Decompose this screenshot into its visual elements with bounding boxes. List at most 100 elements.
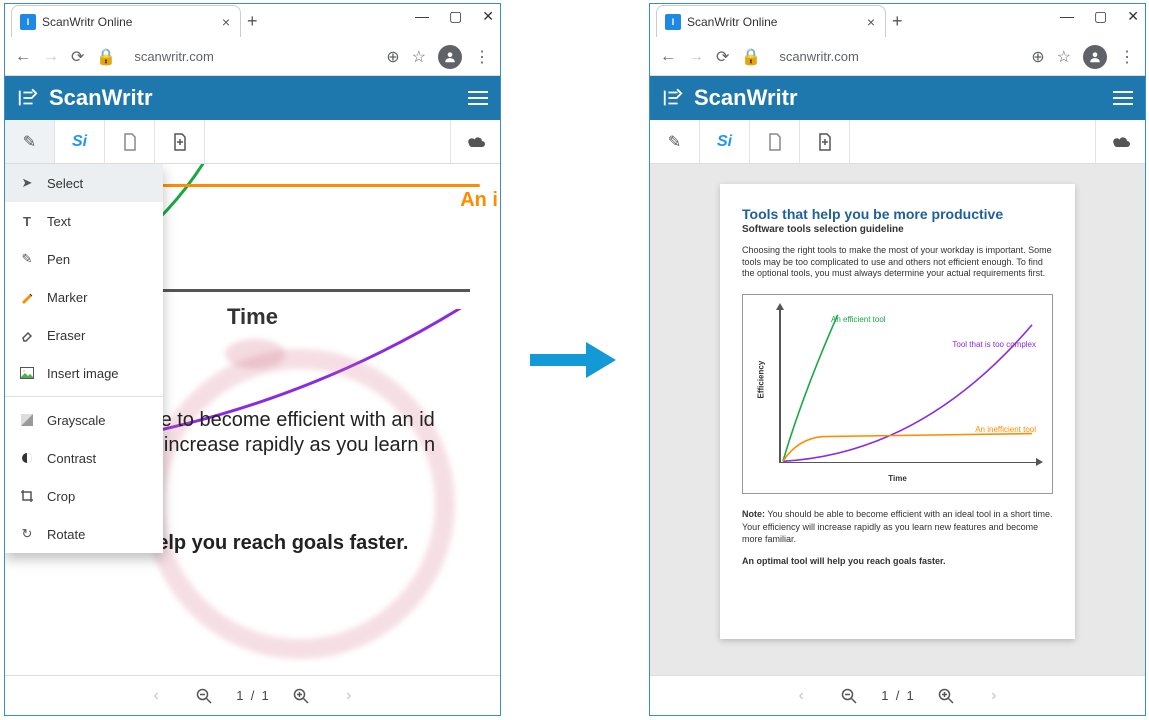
left-window: I ScanWritr Online × + — ▢ ✕ ← → ⟳ 🔒 sca…: [4, 3, 501, 716]
next-page-button[interactable]: ›: [329, 682, 369, 710]
menu-insert-image[interactable]: Insert image: [5, 354, 163, 392]
canvas-area[interactable]: An i Time ble to become efficient with a…: [5, 164, 500, 675]
tab-close-icon[interactable]: ×: [222, 14, 230, 30]
stain-mark-2: [225, 339, 285, 369]
back-icon[interactable]: ←: [660, 48, 676, 66]
menu-contrast[interactable]: Contrast: [5, 439, 163, 477]
menu-marker[interactable]: Marker: [5, 278, 163, 316]
edit-tool-button[interactable]: ✎: [650, 120, 700, 163]
page-tool-button[interactable]: [750, 120, 800, 163]
star-icon[interactable]: ☆: [412, 47, 426, 67]
kebab-icon[interactable]: ⋮: [1119, 47, 1135, 67]
favicon-icon: I: [665, 14, 681, 30]
prev-page-button[interactable]: ‹: [781, 682, 821, 710]
window-controls: — ▢ ✕: [415, 8, 494, 25]
titlebar: I ScanWritr Online × + — ▢ ✕: [650, 4, 1145, 38]
app-logo[interactable]: ScanWritr: [17, 85, 153, 111]
tab-close-icon[interactable]: ×: [867, 14, 875, 30]
edit-dropdown: ➤Select TText ✎Pen Marker Eraser Insert …: [5, 164, 163, 553]
signature-tool-button[interactable]: Si: [55, 120, 105, 163]
zoom-circle-icon[interactable]: ⊕: [386, 47, 399, 67]
zoom-in-button[interactable]: [926, 682, 966, 710]
tab-title: ScanWritr Online: [42, 15, 216, 29]
reload-icon[interactable]: ⟳: [71, 47, 84, 67]
paragraph-fragment-1: ble to become efficient with an id: [145, 409, 435, 432]
edit-tool-button[interactable]: ✎: [5, 120, 55, 163]
logo-icon: [17, 87, 39, 109]
hamburger-button[interactable]: [1113, 91, 1133, 105]
canvas-area[interactable]: Tools that help you be more productive S…: [650, 164, 1145, 675]
inefficient-label: An i: [460, 189, 498, 212]
signature-tool-button[interactable]: Si: [700, 120, 750, 163]
doc-title: Tools that help you be more productive: [742, 206, 1053, 222]
marker-icon: [19, 290, 35, 304]
toolbar: ✎ Si: [5, 120, 500, 164]
menu-text[interactable]: TText: [5, 202, 163, 240]
titlebar: I ScanWritr Online × + — ▢ ✕: [5, 4, 500, 38]
new-tab-button[interactable]: +: [892, 11, 903, 32]
browser-tab[interactable]: I ScanWritr Online ×: [11, 5, 241, 37]
menu-select[interactable]: ➤Select: [5, 164, 163, 202]
zoom-out-button[interactable]: [184, 682, 224, 710]
reload-icon[interactable]: ⟳: [716, 47, 729, 67]
rotate-icon: ↻: [19, 526, 35, 542]
add-page-button[interactable]: [155, 120, 205, 163]
zoom-circle-icon[interactable]: ⊕: [1031, 47, 1044, 67]
new-tab-button[interactable]: +: [247, 11, 258, 32]
profile-avatar[interactable]: [1083, 45, 1107, 69]
profile-avatar[interactable]: [438, 45, 462, 69]
zoom-in-button[interactable]: [281, 682, 321, 710]
menu-grayscale[interactable]: Grayscale: [5, 401, 163, 439]
doc-note: Note: You should be able to become effic…: [742, 508, 1053, 546]
menu-crop[interactable]: Crop: [5, 477, 163, 515]
page-indicator: 1 / 1: [877, 688, 918, 703]
minimize-icon[interactable]: —: [415, 8, 429, 25]
menu-separator: [5, 396, 163, 397]
url-text[interactable]: scanwritr.com: [779, 49, 1019, 64]
page-tool-button[interactable]: [105, 120, 155, 163]
zoom-out-button[interactable]: [829, 682, 869, 710]
close-icon[interactable]: ✕: [482, 8, 494, 25]
app-header: ScanWritr: [650, 76, 1145, 120]
app-name: ScanWritr: [694, 85, 798, 111]
maximize-icon[interactable]: ▢: [1094, 8, 1107, 25]
right-window: I ScanWritr Online × + — ▢ ✕ ← → ⟳ 🔒 sca…: [649, 3, 1146, 716]
hamburger-button[interactable]: [468, 91, 488, 105]
add-page-button[interactable]: [800, 120, 850, 163]
kebab-icon[interactable]: ⋮: [474, 47, 490, 67]
footer-bar: ‹ 1 / 1 ›: [5, 675, 500, 715]
cloud-button[interactable]: [450, 120, 500, 163]
browser-tab[interactable]: I ScanWritr Online ×: [656, 5, 886, 37]
app-logo[interactable]: ScanWritr: [662, 85, 798, 111]
back-icon[interactable]: ←: [15, 48, 31, 66]
forward-icon[interactable]: →: [688, 48, 704, 66]
maximize-icon[interactable]: ▢: [449, 8, 462, 25]
next-page-button[interactable]: ›: [974, 682, 1014, 710]
legend-inefficient: An inefficient tool: [975, 425, 1036, 434]
doc-paragraph: Choosing the right tools to make the mos…: [742, 245, 1053, 280]
grayscale-icon: [19, 414, 35, 426]
cursor-icon: ➤: [19, 175, 35, 191]
lock-icon: 🔒: [96, 47, 116, 67]
prev-page-button[interactable]: ‹: [136, 682, 176, 710]
menu-rotate[interactable]: ↻Rotate: [5, 515, 163, 553]
menu-eraser[interactable]: Eraser: [5, 316, 163, 354]
crop-icon: [19, 489, 35, 503]
cloud-button[interactable]: [1095, 120, 1145, 163]
footer-bar: ‹ 1 / 1 ›: [650, 675, 1145, 715]
menu-pen[interactable]: ✎Pen: [5, 240, 163, 278]
doc-subtitle: Software tools selection guideline: [742, 224, 1053, 235]
tab-title: ScanWritr Online: [687, 15, 861, 29]
minimize-icon[interactable]: —: [1060, 8, 1074, 25]
logo-icon: [662, 87, 684, 109]
star-icon[interactable]: ☆: [1057, 47, 1071, 67]
url-text[interactable]: scanwritr.com: [134, 49, 374, 64]
pen-icon: ✎: [19, 251, 35, 267]
document-page: Tools that help you be more productive S…: [720, 184, 1075, 639]
lock-icon: 🔒: [741, 47, 761, 67]
doc-final-line: An optimal tool will help you reach goal…: [742, 556, 1053, 566]
forward-icon[interactable]: →: [43, 48, 59, 66]
close-icon[interactable]: ✕: [1127, 8, 1139, 25]
contrast-icon: [19, 452, 35, 464]
address-bar: ← → ⟳ 🔒 scanwritr.com ⊕ ☆ ⋮: [5, 38, 500, 76]
